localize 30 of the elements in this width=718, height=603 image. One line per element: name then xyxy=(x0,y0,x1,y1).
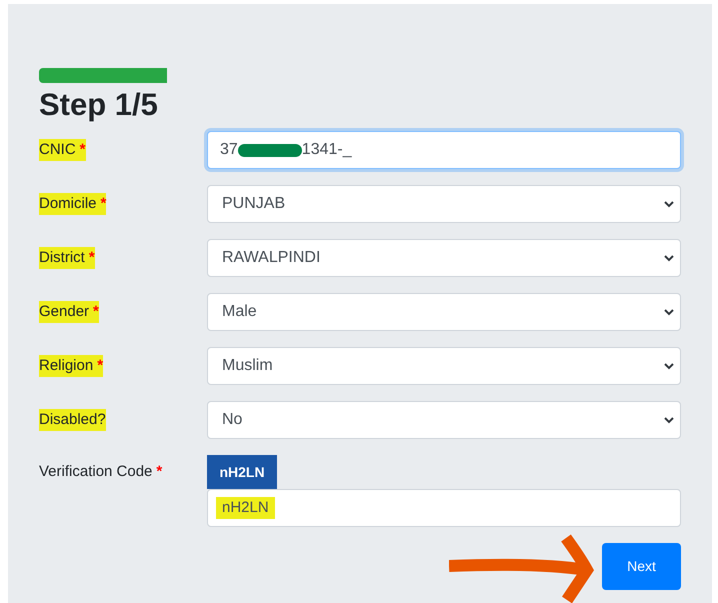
field-value: 37 xyxy=(220,140,238,160)
next-button[interactable]: Next xyxy=(602,543,681,590)
required-asterisk: * xyxy=(88,248,95,268)
dropdown[interactable]: No xyxy=(207,401,681,439)
required-asterisk: * xyxy=(97,356,104,376)
dropdown[interactable]: PUNJAB xyxy=(207,185,681,223)
chevron-down-icon xyxy=(664,362,674,370)
verification-field[interactable]: nH2LN xyxy=(207,489,681,527)
required-asterisk: * xyxy=(156,462,162,482)
dropdown[interactable]: RAWALPINDI xyxy=(207,239,681,277)
required-asterisk: * xyxy=(93,302,99,322)
field-label: District xyxy=(39,248,85,268)
field-value: 1341-_ xyxy=(302,140,352,160)
dropdown[interactable]: Male xyxy=(207,293,681,331)
field-label: Religion xyxy=(39,356,94,376)
captcha-image: nH2LN xyxy=(207,455,277,489)
chevron-down-icon xyxy=(664,416,674,424)
chevron-down-icon xyxy=(664,308,674,316)
cnic-field[interactable]: 37 1341-_ xyxy=(207,131,681,169)
dropdown[interactable]: Muslim xyxy=(207,347,681,385)
field-label: Domicile xyxy=(39,194,97,214)
field-value: nH2LN xyxy=(216,496,275,520)
field-label: Gender xyxy=(39,302,90,322)
step-heading: Step 1/5 xyxy=(39,86,158,124)
required-asterisk: * xyxy=(80,140,86,160)
field-label: Verification Code xyxy=(39,462,152,482)
chevron-down-icon xyxy=(664,254,674,262)
chevron-down-icon xyxy=(664,200,674,208)
field-label: CNIC xyxy=(39,140,76,160)
field-label: Disabled? xyxy=(39,410,106,430)
